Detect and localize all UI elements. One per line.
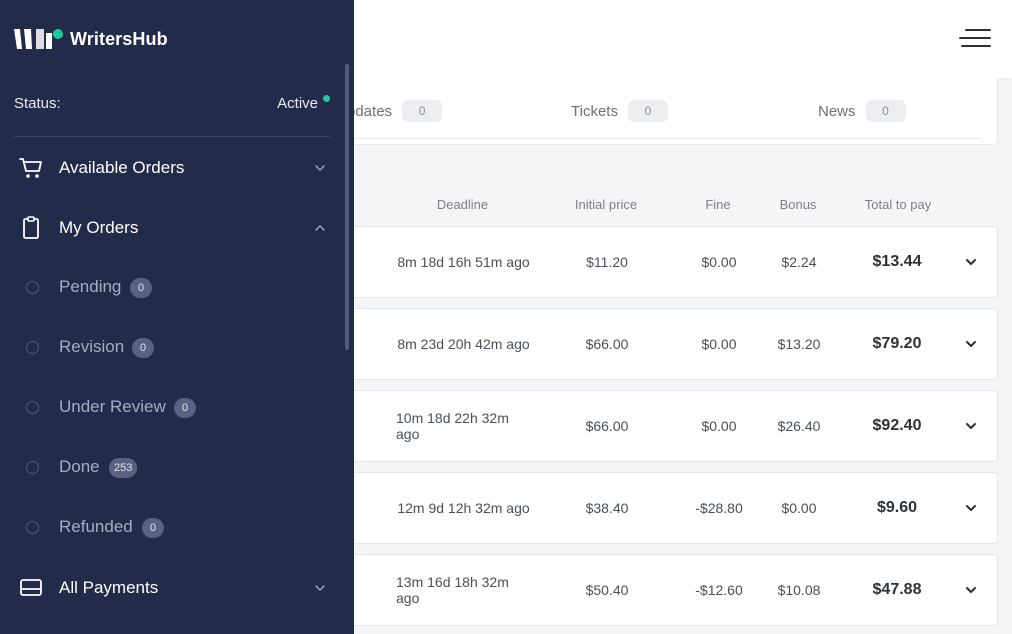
chevron-down-icon[interactable]	[965, 584, 977, 596]
nav-my-orders-label: My Orders	[59, 218, 139, 237]
nav-all-payments-label: All Payments	[59, 578, 159, 597]
cell-deadline: 10m 18d 22h 32m ago	[396, 410, 509, 442]
sidebar: WritersHub Status: Active Available Orde…	[0, 0, 354, 634]
card-icon	[20, 579, 42, 596]
cell-bonus: $10.08	[777, 582, 821, 598]
hamburger-menu-icon[interactable]	[955, 26, 991, 52]
sidebar-item-label: Refunded	[59, 517, 133, 536]
cell-fine: $0.00	[701, 254, 737, 270]
count-badge: 253	[109, 458, 138, 478]
header-fine: Fine	[705, 197, 731, 212]
cell-deadline: 8m 18d 16h 51m ago	[397, 254, 530, 270]
writershub-logo-icon	[14, 29, 63, 49]
circle-icon	[26, 281, 39, 294]
header-total: Total to pay	[864, 197, 932, 212]
chevron-down-icon[interactable]	[965, 502, 977, 514]
order-row[interactable]: 8m 23d 20h 42m ago $66.00 $0.00 $13.20 $…	[330, 308, 998, 380]
circle-icon	[26, 401, 39, 414]
cell-initial-price: $38.40	[585, 500, 629, 516]
cell-fine: -$28.80	[695, 500, 743, 516]
circle-icon	[26, 341, 39, 354]
header-deadline: Deadline	[436, 197, 489, 212]
sidebar-item-label: Revision	[59, 337, 125, 356]
cell-total: $9.60	[876, 499, 918, 516]
cell-total: $47.88	[872, 581, 922, 598]
cell-initial-price: $66.00	[585, 336, 629, 352]
divider	[14, 136, 330, 137]
cell-total: $92.40	[872, 417, 922, 434]
stat-tickets-count: 0	[627, 100, 668, 122]
cell-initial-price: $50.40	[585, 582, 629, 598]
sidebar-item-revision[interactable]: Revision 0	[0, 330, 345, 364]
chevron-down-icon[interactable]	[965, 256, 977, 268]
stat-updates[interactable]: pdates 0	[347, 100, 443, 122]
nav-my-orders[interactable]: My Orders	[0, 208, 345, 248]
count-badge: 0	[142, 518, 164, 538]
stats-card: pdates 0 Tickets 0 News 0	[330, 78, 998, 145]
count-badge: 0	[130, 278, 152, 298]
circle-icon	[26, 521, 39, 534]
sidebar-item-label: Under Review	[59, 397, 166, 416]
header-bonus: Bonus	[779, 197, 817, 212]
hamburger-line	[965, 29, 991, 31]
cell-deadline: 13m 16d 18h 32m ago	[396, 574, 509, 606]
status-row: Status: Active	[14, 95, 330, 112]
cell-bonus: $2.24	[781, 254, 817, 270]
chevron-down-icon	[315, 585, 325, 591]
chevron-down-icon	[315, 165, 325, 171]
chevron-up-icon	[315, 225, 325, 231]
cell-initial-price: $66.00	[585, 418, 629, 434]
app-name: WritersHub	[70, 28, 168, 49]
stat-tickets-label: Tickets	[571, 102, 618, 120]
sidebar-item-under-review[interactable]: Under Review 0	[0, 390, 345, 424]
hamburger-line	[961, 45, 991, 47]
stat-tickets[interactable]: Tickets 0	[571, 100, 668, 122]
logo[interactable]: WritersHub	[14, 27, 168, 51]
cell-fine: -$12.60	[695, 582, 743, 598]
sidebar-item-pending[interactable]: Pending 0	[0, 270, 345, 304]
nav-all-payments[interactable]: All Payments	[0, 568, 345, 608]
circle-icon	[26, 461, 39, 474]
clipboard-icon	[23, 216, 39, 239]
cell-bonus: $13.20	[777, 336, 821, 352]
header-initial-price: Initial price	[574, 197, 638, 212]
sidebar-item-done[interactable]: Done 253	[0, 450, 345, 484]
sidebar-scrollbar[interactable]	[345, 64, 349, 350]
sidebar-item-label: Done	[59, 457, 100, 476]
sidebar-item-refunded[interactable]: Refunded 0	[0, 510, 345, 544]
cart-icon	[19, 158, 42, 178]
cell-fine: $0.00	[701, 336, 737, 352]
stat-news-count: 0	[865, 100, 906, 122]
chevron-down-icon[interactable]	[965, 338, 977, 350]
order-row[interactable]: 8m 18d 16h 51m ago $11.20 $0.00 $2.24 $1…	[330, 226, 998, 298]
count-badge: 0	[132, 338, 154, 358]
count-badge: 0	[174, 398, 196, 418]
cell-initial-price: $11.20	[586, 254, 628, 270]
order-row[interactable]: 12m 9d 12h 32m ago $38.40 -$28.80 $0.00 …	[330, 472, 998, 544]
cell-bonus: $26.40	[777, 418, 821, 434]
hamburger-line	[959, 37, 991, 39]
cell-deadline: 8m 23d 20h 42m ago	[397, 336, 530, 352]
cell-deadline: 12m 9d 12h 32m ago	[397, 500, 530, 516]
status-dot-icon	[323, 95, 330, 102]
status-label: Status:	[14, 95, 61, 112]
order-row[interactable]: 10m 18d 22h 32m ago $66.00 $0.00 $26.40 …	[330, 390, 998, 462]
order-row[interactable]: 13m 16d 18h 32m ago $50.40 -$12.60 $10.0…	[330, 554, 998, 626]
stat-news-label: News	[818, 102, 856, 120]
cell-total: $79.20	[872, 335, 922, 352]
nav-available-orders-label: Available Orders	[59, 158, 185, 177]
divider	[331, 138, 981, 139]
cell-bonus: $0.00	[781, 500, 817, 516]
status-value: Active	[277, 95, 318, 112]
stat-updates-count: 0	[402, 100, 443, 122]
stat-news[interactable]: News 0	[818, 100, 906, 122]
nav-available-orders[interactable]: Available Orders	[0, 148, 345, 188]
cell-fine: $0.00	[701, 418, 737, 434]
cell-total: $13.44	[872, 253, 922, 270]
sidebar-item-label: Pending	[59, 277, 122, 296]
chevron-down-icon[interactable]	[965, 420, 977, 432]
